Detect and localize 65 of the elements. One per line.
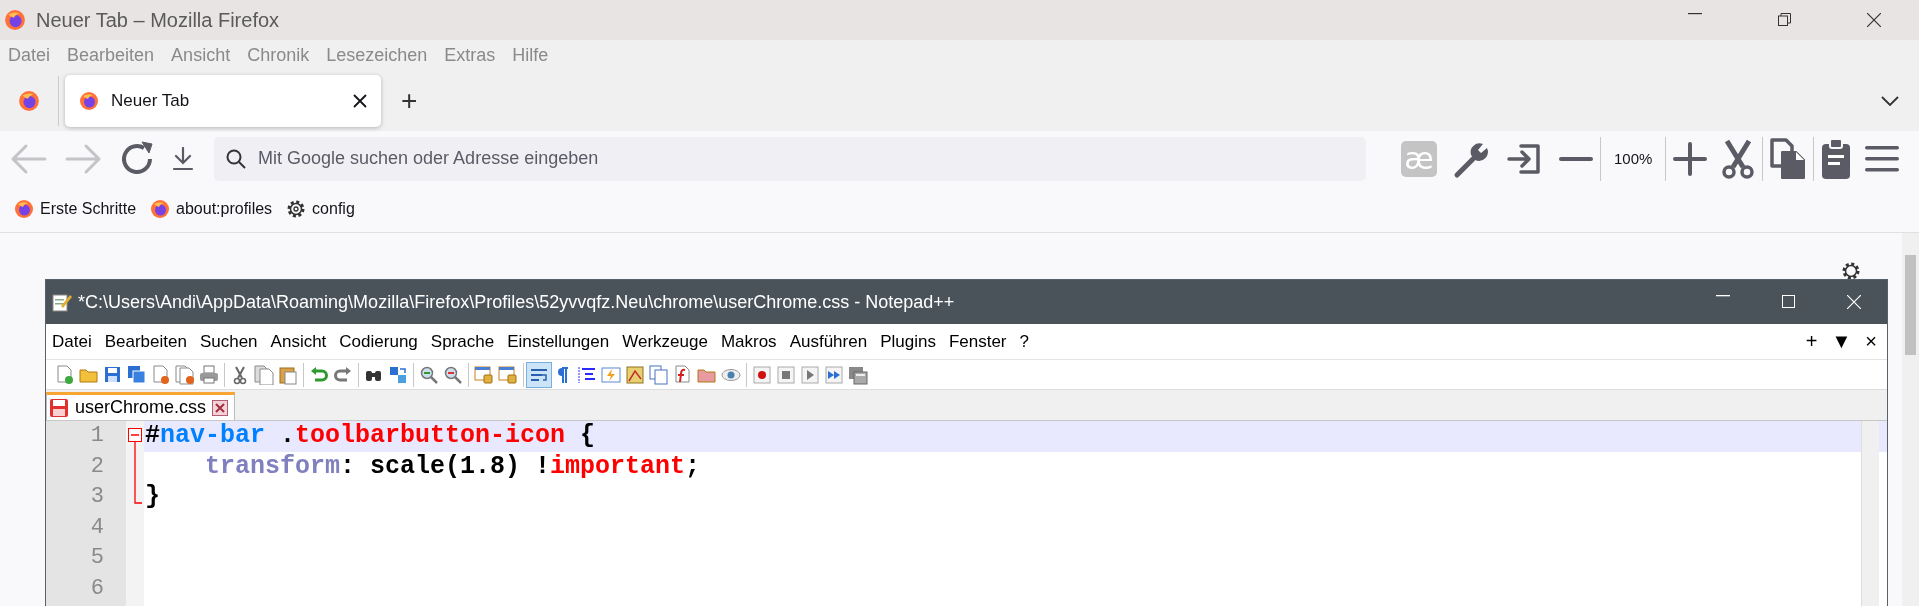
browser-logo-icon [4, 9, 26, 31]
file-tab[interactable]: userChrome.css [46, 392, 236, 420]
notepad-icon [52, 292, 72, 312]
browser-logo-icon [79, 90, 99, 111]
minimize-icon[interactable] [1688, 13, 1702, 15]
bookmark-item[interactable]: config [286, 199, 355, 219]
line-number: 4 [89, 513, 105, 542]
menu-item[interactable]: Fenster [948, 331, 1007, 352]
close-icon[interactable] [1867, 13, 1881, 27]
window-title: *C:\Users\Andi\AppData\Roaming\Mozilla\Firefox\Profiles\52yvvqfz.Neu\chrome\userChrome.css - Notepad++ [78, 291, 956, 313]
menu-control[interactable]: + [1805, 330, 1818, 353]
menu-item[interactable]: Codierung [339, 331, 418, 352]
menu-control[interactable]: × [1865, 330, 1877, 353]
menu-item[interactable]: Ansicht [270, 331, 327, 352]
bookmark-item[interactable]: Erste Schritte [14, 199, 137, 219]
browser-logo-icon [14, 199, 34, 219]
address-field[interactable]: Mit Google suchen oder Adresse eingeben [214, 136, 1366, 181]
browser-logo-icon [150, 199, 171, 219]
code-line: #nav-bar .toolbarbutton-icon { [145, 421, 596, 450]
scrollbar[interactable] [1861, 421, 1879, 606]
zoom-level-button[interactable]: 100% [1608, 150, 1659, 167]
line-number: 6 [89, 574, 105, 603]
menu-control[interactable]: ▼ [1831, 330, 1852, 353]
bookmark-item[interactable]: about:profiles [150, 199, 273, 219]
close-icon[interactable] [353, 93, 367, 108]
menu-icon[interactable] [1865, 144, 1900, 173]
clipboard-icon[interactable] [1821, 137, 1852, 180]
scrollbar[interactable] [1902, 233, 1919, 606]
settings-icon[interactable] [1841, 261, 1861, 281]
code-line: } [145, 482, 160, 512]
copy-icon[interactable] [1770, 137, 1807, 180]
printer-icon[interactable] [197, 362, 221, 387]
line-number: 5 [89, 544, 105, 573]
maximize-icon[interactable] [1782, 295, 1795, 308]
search-icon [226, 148, 246, 169]
close-icon[interactable] [212, 399, 229, 416]
zoom-in-icon[interactable] [1673, 141, 1708, 176]
menu-item[interactable]: Makros [720, 331, 777, 352]
new-tab-button[interactable]: + [393, 84, 426, 117]
window-title: Neuer Tab – Mozilla Firefox [36, 8, 281, 32]
browser-tab[interactable]: Neuer Tab [65, 74, 381, 127]
minimize-icon[interactable] [1716, 295, 1730, 297]
menu-item[interactable]: Ausführen [789, 331, 868, 352]
download-icon[interactable] [172, 146, 194, 171]
menu-item[interactable]: Suchen [199, 331, 258, 352]
menu-item[interactable]: Sprache [430, 331, 495, 352]
line-number: 1 [89, 422, 105, 450]
menu-item[interactable]: ? [1019, 331, 1029, 352]
menu-item[interactable]: Werkzeuge [622, 331, 708, 352]
chevron-down-icon[interactable] [1881, 95, 1899, 106]
menu-item[interactable]: Einstellungen [507, 331, 610, 352]
line-number: 2 [89, 452, 105, 481]
menu-item[interactable]: Plugins [880, 331, 936, 352]
code-line: transform: scale(1.8) !important; [204, 451, 701, 481]
browser-logo-icon [18, 89, 40, 112]
gear-icon [286, 199, 307, 219]
menu-item[interactable]: Bearbeiten [104, 331, 187, 352]
zoom-out-icon[interactable] [1559, 155, 1593, 162]
scissors-icon[interactable] [1721, 138, 1756, 179]
wrap-icon[interactable] [527, 362, 551, 387]
fold-marker-drawing[interactable] [126, 427, 142, 507]
menu-item[interactable]: Datei [52, 331, 92, 352]
line-number: 3 [89, 483, 105, 512]
close-files-icon[interactable] [173, 362, 197, 387]
restore-icon[interactable] [1778, 13, 1791, 26]
